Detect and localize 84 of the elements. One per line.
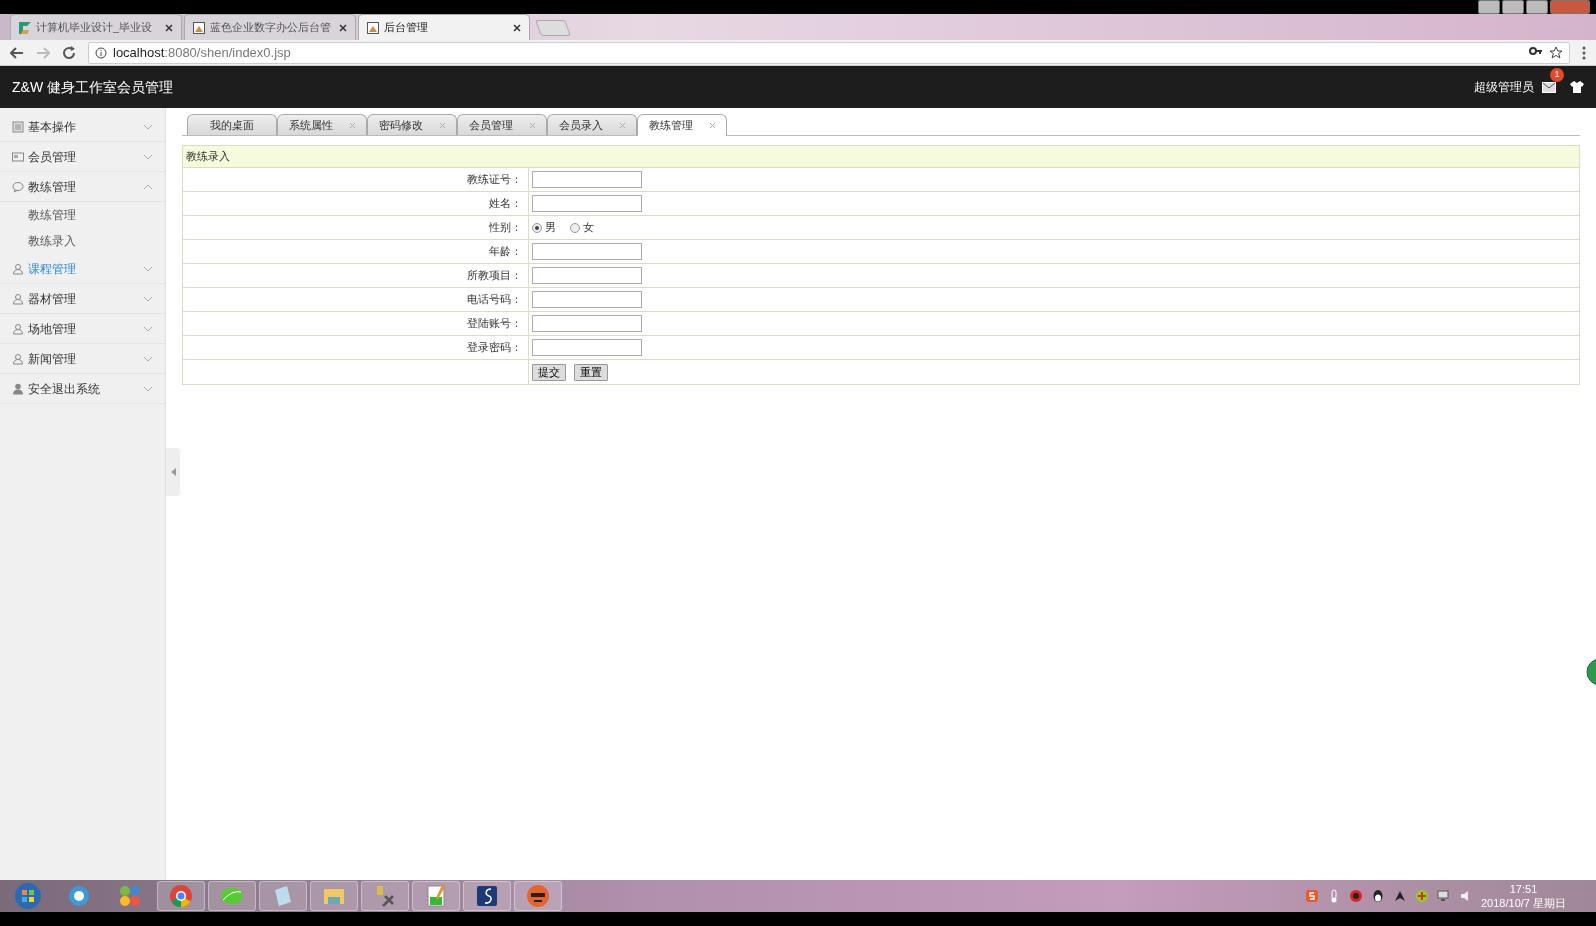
reload-icon[interactable] (62, 45, 76, 60)
page-tab[interactable]: 系统属性 (277, 114, 367, 135)
input-field[interactable] (532, 267, 642, 284)
penguin-icon[interactable] (1371, 889, 1385, 903)
page-tab[interactable]: 我的桌面 (187, 114, 277, 135)
back-icon[interactable] (10, 45, 24, 60)
chevron-down-icon (143, 355, 153, 362)
field-label: 电话号码： (183, 288, 529, 311)
form-title: 教练录入 (183, 146, 1579, 168)
chevron-down-icon (143, 385, 153, 392)
collapse-handle[interactable] (166, 448, 180, 496)
address-field[interactable]: localhost:8080/shen/index0.jsp (88, 41, 1570, 64)
input-field[interactable] (532, 171, 642, 188)
card-icon (12, 150, 24, 163)
sidebar-item[interactable]: 基本操作 (0, 112, 165, 142)
input-field[interactable] (532, 195, 642, 212)
field-label: 姓名： (183, 192, 529, 215)
field-label: 教练证号： (183, 168, 529, 191)
forward-icon[interactable] (36, 45, 50, 60)
input-field[interactable] (532, 291, 642, 308)
user-button[interactable] (1478, 0, 1500, 14)
user-icon (12, 292, 24, 305)
star-icon[interactable] (1549, 45, 1563, 60)
page-favicon-icon (193, 21, 205, 34)
left-triangle-icon (170, 468, 176, 476)
shirt-icon[interactable] (1570, 81, 1584, 93)
notification-badge: 1 (1550, 68, 1564, 82)
submenu-item[interactable]: 教练录入 (0, 228, 165, 254)
field-label: 性别： (183, 216, 529, 239)
sidebar-item[interactable]: 教练管理 (0, 172, 165, 202)
browser-tab[interactable]: 后台管理 (358, 14, 530, 40)
close-icon[interactable] (165, 23, 173, 32)
field-label: 登陆账号： (183, 312, 529, 335)
page-tab[interactable]: 教练管理 (637, 114, 727, 136)
radio-option[interactable]: 女 (570, 219, 594, 236)
new-tab-button[interactable] (535, 20, 571, 36)
list-icon (12, 120, 24, 133)
chevron-up-icon (143, 183, 153, 190)
menu-icon[interactable] (1582, 45, 1586, 60)
person-icon (12, 382, 24, 395)
start-button[interactable] (14, 882, 42, 910)
sidebar-item[interactable]: 器材管理 (0, 284, 165, 314)
user-icon (12, 322, 24, 335)
minimize-button[interactable] (1502, 0, 1524, 14)
sidebar-item[interactable]: 新闻管理 (0, 344, 165, 374)
app-title: Z&W 健身工作室会员管理 (12, 77, 174, 97)
chevron-down-icon (143, 325, 153, 332)
input-field[interactable] (532, 339, 642, 356)
chevron-down-icon (143, 265, 153, 272)
chat-icon (12, 180, 24, 193)
radio-option[interactable]: 男 (532, 219, 556, 236)
input-field[interactable] (532, 243, 642, 260)
close-icon[interactable] (513, 23, 521, 32)
mail-icon[interactable] (1542, 82, 1556, 94)
site-logo-icon (19, 21, 31, 34)
user-icon (12, 262, 24, 275)
submit-button[interactable]: 提交 (532, 363, 566, 381)
info-icon (95, 46, 107, 59)
chevron-down-icon (143, 123, 153, 130)
input-method-icon[interactable] (1305, 889, 1319, 903)
input-field[interactable] (532, 315, 642, 332)
page-tab[interactable]: 会员录入 (547, 114, 637, 135)
sidebar-item[interactable]: 场地管理 (0, 314, 165, 344)
user-icon (12, 352, 24, 365)
chrome-icon[interactable] (167, 882, 195, 910)
maximize-button[interactable] (1526, 0, 1548, 14)
chevron-down-icon (143, 153, 153, 160)
page-tab[interactable]: 会员管理 (457, 114, 547, 135)
close-icon[interactable] (339, 23, 347, 32)
sidebar-item[interactable]: 安全退出系统 (0, 374, 165, 404)
browser-tab[interactable]: 蓝色企业数字办公后台管 (184, 14, 356, 40)
page-favicon-icon (367, 21, 379, 34)
sidebar-item[interactable]: 会员管理 (0, 142, 165, 172)
field-label: 年龄： (183, 240, 529, 263)
chevron-down-icon (143, 295, 153, 302)
field-label: 登录密码： (183, 336, 529, 359)
reset-button[interactable]: 重置 (574, 363, 608, 381)
field-label: 所教项目： (183, 264, 529, 287)
page-tab[interactable]: 密码修改 (367, 114, 457, 135)
browser-tab[interactable]: 计算机毕业设计_毕业设 (10, 14, 182, 40)
user-name[interactable]: 超级管理员 (1474, 78, 1534, 96)
network-icon[interactable] (1437, 889, 1451, 903)
key-icon[interactable] (1529, 45, 1543, 56)
submenu-item[interactable]: 教练管理 (0, 202, 165, 228)
